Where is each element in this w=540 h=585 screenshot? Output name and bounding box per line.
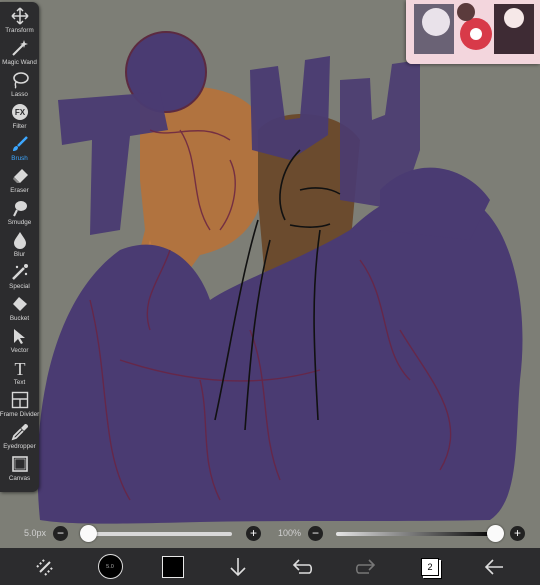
svg-text:FX: FX <box>14 108 25 117</box>
color-swatch-button[interactable] <box>160 548 186 585</box>
brush-preview-label: 5.0 <box>106 563 114 570</box>
tool-label: Eraser <box>10 187 29 194</box>
tool-label: Magic Wand <box>2 59 37 66</box>
back-button[interactable] <box>481 548 507 585</box>
opacity-track[interactable] <box>336 532 496 536</box>
tool-smudge[interactable]: Smudge <box>0 198 39 230</box>
tool-label: Frame Divider <box>0 411 40 418</box>
tool-palette: Transform Magic Wand Lasso FX Filter Brush Era… <box>0 2 39 492</box>
tool-label: Lasso <box>11 91 28 98</box>
tool-vector[interactable]: Vector <box>0 326 39 358</box>
tool-blur[interactable]: Blur <box>0 230 39 262</box>
tool-label: Canvas <box>8 475 31 482</box>
reference-thumbnail[interactable] <box>406 0 540 64</box>
eraser-icon <box>10 166 30 186</box>
lasso-icon <box>10 70 30 90</box>
tool-magic-wand[interactable]: Magic Wand <box>0 38 39 70</box>
tool-label: Bucket <box>9 315 30 322</box>
tool-label: Special <box>9 283 30 290</box>
layers-icon: 2 <box>421 557 439 576</box>
text-icon: T <box>10 358 30 378</box>
transform-icon <box>10 6 30 26</box>
tool-filter[interactable]: FX Filter <box>0 102 39 134</box>
vector-icon <box>10 326 30 346</box>
filter-icon: FX <box>10 102 30 122</box>
undo-icon <box>292 558 313 574</box>
tool-eyedropper[interactable]: Eyedropper <box>0 422 39 454</box>
tool-brush[interactable]: Brush <box>0 134 39 166</box>
tool-label: Transform <box>5 27 34 34</box>
tool-label: Filter <box>12 123 27 130</box>
brush-size-value: 5.0px <box>24 528 47 538</box>
tool-transform[interactable]: Transform <box>0 6 39 38</box>
brush-icon <box>10 134 30 154</box>
tool-canvas[interactable]: Canvas <box>0 454 39 486</box>
svg-text:T: T <box>14 359 25 377</box>
back-arrow-icon <box>484 558 503 575</box>
tool-special[interactable]: Special <box>0 262 39 294</box>
tool-label: Vector <box>10 347 29 354</box>
tool-label: Blur <box>13 251 26 258</box>
thumbnail-image <box>406 0 540 64</box>
bucket-icon <box>10 294 30 314</box>
eyedropper-icon <box>10 422 30 442</box>
select-tool-button[interactable] <box>30 548 60 585</box>
tool-eraser[interactable]: Eraser <box>0 166 39 198</box>
tool-label: Smudge <box>7 219 32 226</box>
color-swatch <box>162 555 184 578</box>
slider-bar: 5.0px − + 100% − + <box>0 522 540 548</box>
tool-text[interactable]: T Text <box>0 358 39 390</box>
bottom-toolbar: 5.0 2 <box>0 548 540 585</box>
opacity-value: 100% <box>278 528 302 538</box>
undo-button[interactable] <box>289 548 315 585</box>
layer-count: 2 <box>427 561 433 572</box>
tool-frame-divider[interactable]: Frame Divider <box>0 390 39 422</box>
tool-bucket[interactable]: Bucket <box>0 294 39 326</box>
tool-label: Eyedropper <box>3 443 36 450</box>
magic-wand-icon <box>10 38 30 58</box>
blur-icon <box>10 230 30 250</box>
tool-label: Text <box>13 379 26 386</box>
artwork <box>37 31 523 524</box>
drawing-canvas[interactable] <box>0 0 540 548</box>
brush-size-slider-knob[interactable] <box>80 525 97 542</box>
canvas-icon <box>10 454 30 474</box>
layers-button[interactable]: 2 <box>416 548 444 585</box>
select-tool-icon <box>36 557 54 576</box>
smudge-icon <box>10 198 30 218</box>
frame-divider-icon <box>10 390 30 410</box>
brush-preview: 5.0 <box>97 554 123 579</box>
opacity-increase-button[interactable]: + <box>510 526 525 541</box>
redo-icon <box>355 558 376 574</box>
brush-size-increase-button[interactable]: + <box>246 526 261 541</box>
brush-size-decrease-button[interactable]: − <box>53 526 68 541</box>
special-icon <box>10 262 30 282</box>
brush-preview-button[interactable]: 5.0 <box>96 548 124 585</box>
redo-button[interactable] <box>353 548 379 585</box>
opacity-decrease-button[interactable]: − <box>308 526 323 541</box>
tool-label: Brush <box>11 155 28 162</box>
opacity-slider-knob[interactable] <box>487 525 504 542</box>
tool-lasso[interactable]: Lasso <box>0 70 39 102</box>
download-button[interactable] <box>225 548 251 585</box>
brush-size-track[interactable] <box>80 532 232 536</box>
download-icon <box>230 557 246 576</box>
